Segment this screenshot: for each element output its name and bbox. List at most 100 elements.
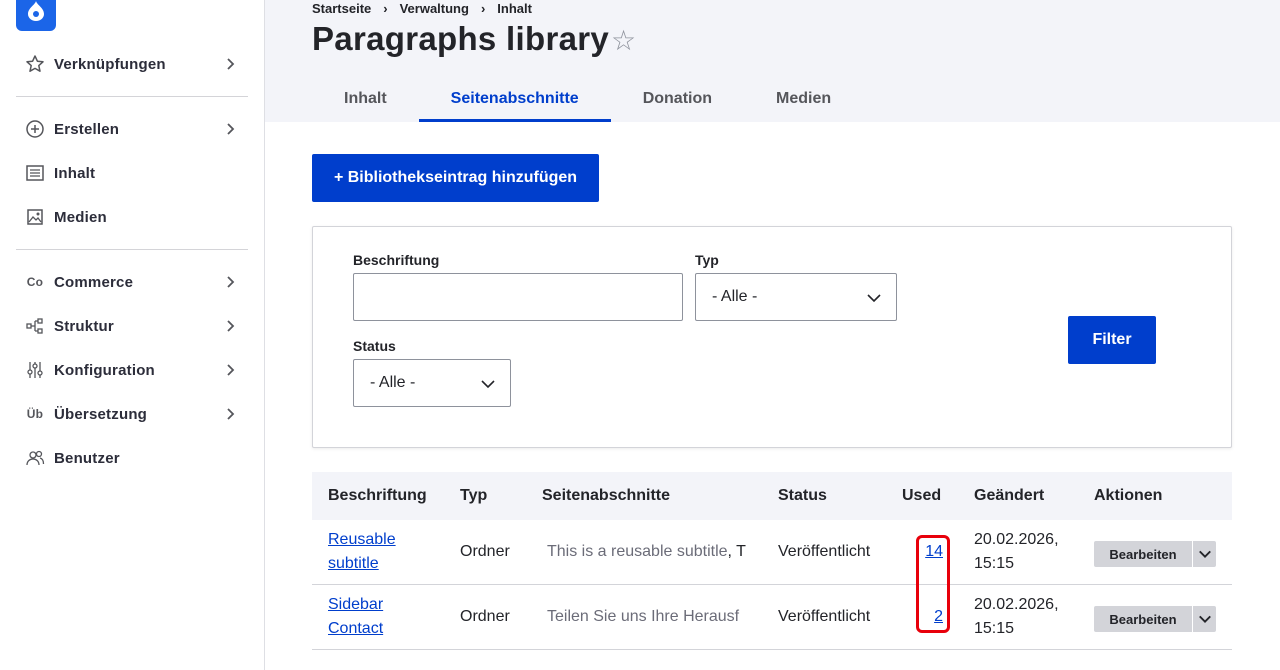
sidebar-item-label: Inhalt: [54, 164, 96, 182]
row-type: Ordner: [460, 608, 510, 625]
row-status: Veröffentlicht: [778, 608, 871, 625]
row-changed: 20.02.2026, 15:15: [974, 528, 1059, 576]
breadcrumb-link[interactable]: Verwaltung: [400, 1, 469, 16]
edit-button[interactable]: Bearbeiten: [1094, 606, 1192, 632]
actions-dropdown-toggle[interactable]: [1192, 541, 1216, 567]
column-header-seitenabschnitte: Seitenabschnitte: [542, 487, 671, 504]
row-paragraphs: Teilen Sie uns Ihre Herausf: [547, 605, 739, 629]
drupal-logo-icon[interactable]: [16, 0, 56, 31]
type-select-value: - Alle -: [712, 288, 758, 305]
type-field-label: Typ: [695, 252, 719, 268]
plus-circle-icon: [24, 118, 46, 140]
breadcrumb-separator: ›: [480, 1, 486, 16]
row-label-line: Sidebar: [328, 596, 384, 613]
label-filter-input[interactable]: [353, 273, 683, 321]
tab-medien[interactable]: Medien: [744, 76, 863, 122]
row-paragraphs: This is a reusable subtitle, T: [547, 540, 746, 564]
sidebar-item-benutzer[interactable]: Benutzer: [24, 446, 242, 470]
row-paragraph-preview: Teilen Sie uns Ihre Herausf: [547, 608, 740, 625]
chevron-right-icon: [227, 58, 235, 70]
row-type: Ordner: [460, 543, 510, 560]
filter-form: Beschriftung Typ - Alle - Status - Alle …: [312, 226, 1232, 448]
actions-dropdown-toggle[interactable]: [1192, 606, 1216, 632]
chevron-down-icon: [867, 294, 881, 303]
chevron-right-icon: [227, 364, 235, 376]
sidebar-item-erstellen[interactable]: Erstellen: [24, 117, 242, 141]
sidebar-item-label: Konfiguration: [54, 361, 155, 379]
sidebar-item-verknuepfungen[interactable]: Verknüpfungen: [24, 52, 242, 76]
sidebar-item-label: Übersetzung: [54, 405, 148, 423]
sidebar-divider: [16, 96, 248, 97]
image-icon: [24, 206, 46, 228]
column-header-beschriftung[interactable]: Beschriftung: [328, 487, 427, 505]
breadcrumb-link[interactable]: Inhalt: [497, 1, 532, 16]
sliders-icon: [24, 359, 46, 381]
label-field-label: Beschriftung: [353, 252, 440, 268]
sidebar-item-label: Verknüpfungen: [54, 55, 166, 73]
tab-bar: Inhalt Seitenabschnitte Donation Medien: [312, 76, 863, 122]
row-changed-date: 20.02.2026,: [974, 596, 1059, 613]
favorite-star-icon[interactable]: ☆: [611, 27, 636, 55]
translation-icon: Üb: [26, 407, 44, 421]
column-header-typ[interactable]: Typ: [460, 487, 487, 505]
row-paragraph-preview: This is a reusable subtitle: [547, 543, 728, 560]
row-label-link[interactable]: Reusable subtitle: [328, 528, 396, 576]
status-field-label: Status: [353, 338, 396, 354]
column-header-aktionen: Aktionen: [1094, 487, 1163, 504]
sidebar-item-label: Benutzer: [54, 449, 120, 467]
breadcrumb-separator: ›: [383, 1, 388, 16]
row-paragraph-separator: , T: [727, 543, 746, 560]
sidebar-item-inhalt[interactable]: Inhalt: [24, 161, 242, 185]
sidebar-item-konfiguration[interactable]: Konfiguration: [24, 358, 242, 382]
column-header-geaendert[interactable]: Geändert: [974, 487, 1044, 505]
breadcrumb: Startseite › Verwaltung › Inhalt: [312, 1, 532, 16]
row-used-cell: 14: [923, 540, 943, 564]
row-changed-date: 20.02.2026,: [974, 531, 1059, 548]
chevron-right-icon: [227, 123, 235, 135]
sidebar-item-label: Struktur: [54, 317, 114, 335]
sidebar: Verknüpfungen Erstellen Inhalt Medien Co…: [0, 0, 265, 670]
row-label-line: subtitle: [328, 555, 379, 572]
sidebar-item-medien[interactable]: Medien: [24, 205, 242, 229]
add-library-item-button[interactable]: + Bibliothekseintrag hinzufügen: [312, 154, 599, 202]
star-icon: [24, 53, 46, 75]
row-changed-time: 15:15: [974, 555, 1015, 572]
used-count-link[interactable]: 2: [934, 608, 943, 625]
row-actions: Bearbeiten: [1094, 541, 1216, 567]
chevron-down-icon: [1198, 615, 1211, 623]
sidebar-item-uebersetzung[interactable]: Üb Übersetzung: [24, 402, 242, 426]
table-header: Beschriftung Typ Seitenabschnitte Status…: [312, 472, 1232, 520]
status-select[interactable]: - Alle -: [353, 359, 511, 407]
table-row: Sidebar Contact Ordner Teilen Sie uns Ih…: [312, 585, 1232, 650]
edit-button[interactable]: Bearbeiten: [1094, 541, 1192, 567]
column-header-status[interactable]: Status: [778, 487, 827, 505]
row-used-cell: 2: [923, 605, 943, 629]
sidebar-item-label: Erstellen: [54, 120, 120, 138]
type-select[interactable]: - Alle -: [695, 273, 897, 321]
filter-submit-button[interactable]: Filter: [1068, 316, 1156, 364]
tab-inhalt[interactable]: Inhalt: [312, 76, 419, 122]
sidebar-item-label: Medien: [54, 208, 107, 226]
tab-seitenabschnitte[interactable]: Seitenabschnitte: [418, 76, 611, 122]
chevron-right-icon: [227, 320, 235, 332]
chevron-down-icon: [481, 380, 495, 389]
page-header: Startseite › Verwaltung › Inhalt Paragra…: [265, 0, 1280, 122]
breadcrumb-link[interactable]: Startseite: [312, 1, 371, 16]
used-count-link[interactable]: 14: [925, 543, 943, 560]
table-row: Reusable subtitle Ordner This is a reusa…: [312, 520, 1232, 585]
structure-icon: [24, 315, 46, 337]
tab-donation[interactable]: Donation: [611, 76, 744, 122]
chevron-right-icon: [227, 276, 235, 288]
row-changed: 20.02.2026, 15:15: [974, 593, 1059, 641]
row-label-line: Reusable: [328, 531, 396, 548]
commerce-icon: Co: [26, 275, 44, 289]
chevron-right-icon: [227, 408, 235, 420]
page-title: Paragraphs library: [312, 20, 610, 57]
row-label-line: Contact: [328, 620, 384, 637]
sidebar-item-commerce[interactable]: Co Commerce: [24, 270, 242, 294]
column-header-used: Used: [902, 487, 942, 504]
sidebar-item-label: Commerce: [54, 273, 134, 291]
sidebar-item-struktur[interactable]: Struktur: [24, 314, 242, 338]
row-label-link[interactable]: Sidebar Contact: [328, 593, 383, 641]
row-actions: Bearbeiten: [1094, 606, 1216, 632]
